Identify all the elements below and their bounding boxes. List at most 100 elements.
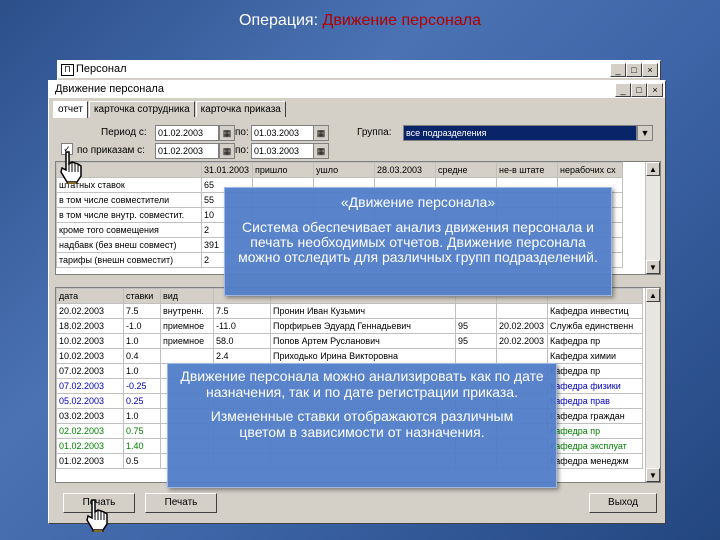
table-cell: Попов Артем Русланович: [270, 333, 456, 349]
table-cell: Кафедра менеджм: [547, 453, 643, 469]
maximize-button[interactable]: □: [626, 63, 642, 77]
table-cell: 02.02.2003: [56, 423, 124, 439]
table-cell: [160, 348, 214, 364]
table-cell: 01.02.2003: [56, 438, 124, 454]
callout-movement-body: Система обеспечивает анализ движения пер…: [238, 219, 598, 265]
close-button[interactable]: ×: [642, 63, 658, 77]
callout-movement: «Движение персонала» Система обеспечивае…: [224, 187, 612, 296]
table-cell: надбавк (без внеш совмест): [56, 237, 202, 253]
table-cell: 03.02.2003: [56, 408, 124, 424]
table-cell: 20.02.2003: [496, 318, 548, 334]
column-header[interactable]: пришло: [252, 162, 314, 178]
scroll-down-icon[interactable]: ▼: [646, 468, 660, 482]
table-cell: 01.02.2003: [56, 453, 124, 469]
print-button[interactable]: Печать: [145, 493, 217, 513]
table-cell: приемное: [160, 333, 214, 349]
table-cell: 10.02.2003: [56, 348, 124, 364]
period-to-input[interactable]: 01.03.2003: [251, 125, 315, 141]
table-cell: Кафедра эксплуат: [547, 438, 643, 454]
hand-pointer-icon: [86, 499, 108, 532]
callout-analysis-line2: Измененные ставки отображаются различным…: [210, 408, 514, 440]
table-cell: в том числе совместители: [56, 192, 202, 208]
table-cell: 1.0: [123, 408, 161, 424]
table-cell: 0.25: [123, 393, 161, 409]
tab-employee-card[interactable]: карточка сотрудника: [88, 101, 195, 117]
table-cell: 20.02.2003: [496, 333, 548, 349]
table-row[interactable]: 20.02.2003 7.5 внутренн. 7.5 Пронин Иван Куз…: [56, 303, 643, 319]
table-cell: [455, 303, 497, 319]
group-select[interactable]: все подразделения: [403, 125, 637, 141]
exit-button[interactable]: Выход: [589, 493, 657, 513]
summary-scrollbar[interactable]: ▲ ▼: [645, 162, 660, 274]
table-cell: Кафедра пр: [547, 363, 643, 379]
calendar-icon[interactable]: ▦: [219, 143, 235, 159]
table-cell: внутренн.: [160, 303, 214, 319]
table-cell: Кафедра прав: [547, 393, 643, 409]
period-label: Период с:: [101, 127, 147, 138]
detail-scrollbar[interactable]: ▲ ▼: [645, 288, 660, 482]
close-button[interactable]: ×: [647, 83, 663, 97]
maximize-button[interactable]: □: [631, 83, 647, 97]
inner-window-titlebar: Движение персонала _ □ ×: [49, 81, 665, 98]
table-cell: тарифы (внешн совместит): [56, 252, 202, 268]
order-to-label: по:: [235, 145, 249, 156]
table-cell: [496, 303, 548, 319]
outer-window-title: Персонал: [76, 63, 127, 75]
table-cell: 1.0: [123, 333, 161, 349]
table-row[interactable]: 18.02.2003 -1.0 приемное -11.0 Порфирьев Эду…: [56, 318, 643, 334]
table-cell: в том числе внутр. совместит.: [56, 207, 202, 223]
table-cell: 07.02.2003: [56, 363, 124, 379]
slide-title-highlight: Движение персонала: [322, 12, 481, 29]
column-header[interactable]: ставки: [123, 288, 161, 304]
scroll-down-icon[interactable]: ▼: [646, 260, 660, 274]
column-header[interactable]: 28.03.2003: [374, 162, 436, 178]
table-cell: 7.5: [123, 303, 161, 319]
scroll-up-icon[interactable]: ▲: [646, 162, 660, 176]
minimize-button[interactable]: _: [610, 63, 626, 77]
scroll-up-icon[interactable]: ▲: [646, 288, 660, 302]
calendar-icon[interactable]: ▦: [313, 143, 329, 159]
column-header[interactable]: средне: [435, 162, 497, 178]
table-cell: Кафедра химии: [547, 348, 643, 364]
calendar-icon[interactable]: ▦: [313, 125, 329, 141]
table-cell: 0.4: [123, 348, 161, 364]
table-header-row: 31.01.2003 пришло ушло 28.03.2003 средне не-в…: [56, 162, 623, 178]
table-row[interactable]: 10.02.2003 0.4 2.4 Приходько Ирина Викторов…: [56, 348, 643, 364]
slide-title-prefix: Операция:: [239, 12, 323, 29]
table-cell: 0.5: [123, 453, 161, 469]
column-header[interactable]: вид: [160, 288, 214, 304]
calendar-icon[interactable]: ▦: [219, 125, 235, 141]
table-cell: Кафедра физики: [547, 378, 643, 394]
table-cell: 20.02.2003: [56, 303, 124, 319]
table-cell: Кафедра пр: [547, 333, 643, 349]
slide-title: Операция: Движение персонала: [0, 12, 720, 30]
outer-window-titlebar: П Персонал _ □ ×: [58, 61, 660, 78]
table-cell: 1.0: [123, 363, 161, 379]
table-cell: 10.02.2003: [56, 333, 124, 349]
minimize-button[interactable]: _: [615, 83, 631, 97]
hand-pointer-icon: [60, 151, 82, 184]
column-header[interactable]: не-в штате: [496, 162, 558, 178]
column-header[interactable]: дата: [56, 288, 124, 304]
column-header[interactable]: ушло: [313, 162, 375, 178]
tab-report[interactable]: отчет: [53, 101, 88, 118]
chevron-down-icon[interactable]: ▼: [637, 125, 653, 141]
table-cell: приемное: [160, 318, 214, 334]
table-cell: Кафедра инвестиц: [547, 303, 643, 319]
order-from-input[interactable]: 01.02.2003: [155, 143, 219, 159]
inner-window-title: Движение персонала: [55, 83, 164, 95]
table-cell: [455, 348, 497, 364]
tab-order-card[interactable]: карточка приказа: [195, 101, 286, 117]
column-header[interactable]: 31.01.2003: [201, 162, 253, 178]
table-row[interactable]: 10.02.2003 1.0 приемное 58.0 Попов Артем Рус…: [56, 333, 643, 349]
callout-analysis: Движение персонала можно анализировать к…: [167, 363, 557, 488]
column-header[interactable]: нерабочих сх: [557, 162, 623, 178]
table-cell: Порфирьев Эдуард Геннадьевич: [270, 318, 456, 334]
app-icon: П: [61, 64, 74, 76]
table-cell: 58.0: [213, 333, 271, 349]
table-cell: -0.25: [123, 378, 161, 394]
period-to-label: по:: [235, 127, 249, 138]
period-from-input[interactable]: 01.02.2003: [155, 125, 219, 141]
table-cell: Пронин Иван Кузьмич: [270, 303, 456, 319]
order-to-input[interactable]: 01.03.2003: [251, 143, 315, 159]
